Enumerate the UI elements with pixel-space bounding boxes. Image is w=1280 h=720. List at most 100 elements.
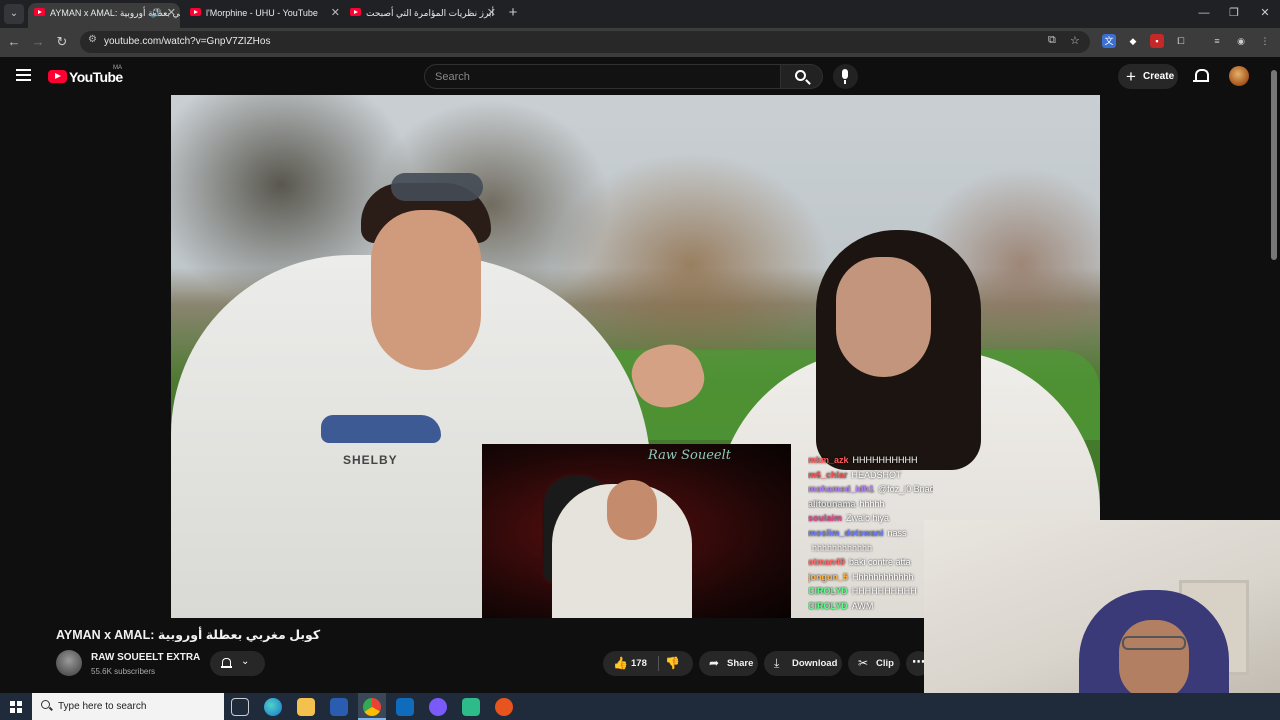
reading-list-icon[interactable]: ≡ [1210,34,1224,48]
like-button[interactable]: 👍 178 👎 [603,651,693,676]
streamer-face [607,480,657,540]
search-icon [41,700,50,709]
profile-icon[interactable]: ◉ [1234,34,1248,48]
chevron-down-icon: ⌄ [241,656,250,667]
search-input[interactable]: Search [424,64,781,89]
youtube-play-icon [48,70,67,83]
chat-message: soulaim Zwalo hiya [808,513,890,524]
account-avatar[interactable] [1229,66,1249,86]
tab-close-icon[interactable]: ✕ [487,3,496,23]
thumbs-down-icon[interactable]: 👎 [665,651,680,676]
youtube-header: YouTube MA Search + Create [0,57,1280,95]
browser-tab-active[interactable]: AYMAN x AMAL: ﻛﻮﺑﻞ ﻣﻐﺮﺑﻲ ﺑﻌﻄﻠﺔ ﺃﻭﺭﻭﺑﻴﺔ 🔊… [28,3,180,28]
tab-title: ﺃﺑﺮﺯ ﻧﻈﺮﻳﺎﺕ ﺍﻟﻤﺆﺍﻣﺮﺓ ﺍﻟﺘﻲ ﺃﺻﺒﺤﺖ [366,8,494,18]
site-info-icon[interactable]: ⚙ [88,34,97,45]
chat-message: otman49 baki contre atta [808,557,911,568]
browser-tab-strip: ⌄ AYMAN x AMAL: ﻛﻮﺑﻞ ﻣﻐﺮﺑﻲ ﺑﻌﻄﻠﺔ ﺃﻭﺭﻭﺑﻴﺔ… [0,0,1280,28]
bell-icon [221,658,232,669]
extensions-puzzle-icon[interactable]: ⧠ [1174,34,1188,48]
taskbar-search-input[interactable]: Type here to search [32,693,224,720]
share-button[interactable]: ➦ Share [699,651,758,676]
like-count: 178 [631,658,647,669]
tab-search-chevron-icon[interactable]: ⌄ [4,4,24,24]
thumbs-up-icon: 👍 [613,656,628,670]
install-app-icon[interactable]: ⧉ [1048,34,1056,47]
page-scrollbar[interactable] [1271,70,1277,260]
outlook-icon[interactable] [396,698,414,716]
download-button[interactable]: ⤓ Download [764,651,842,676]
chat-message: mohamed_idh1@foz_i0 Bnadm frbl brb [808,484,933,495]
notifications-bell-icon[interactable] [1193,69,1209,83]
man-face [371,210,481,370]
sunglasses-on-head [391,173,483,201]
address-bar[interactable]: ⚙ youtube.com/watch?v=GnpV7ZIZHos ⧉ ☆ [80,31,1090,53]
speaker-icon[interactable]: 🔊 [151,3,162,23]
download-label: Download [792,658,838,669]
subscriber-count: 55.6K subscribers [91,667,156,676]
shelby-car-print [321,415,441,443]
task-view-icon[interactable] [231,698,249,716]
close-window-button[interactable]: ✕ [1250,4,1280,22]
search-button[interactable] [781,64,823,89]
youtube-favicon-icon [34,8,45,16]
windows-start-icon[interactable] [10,701,22,713]
browser-menu-icon[interactable]: ⋮ [1258,34,1272,48]
file-explorer-icon[interactable] [297,698,315,716]
live-chat-overlay: mkm_azk HHHHHHHHHH m6_chlar HEADSHOT moham… [808,455,933,615]
hamburger-menu-icon[interactable] [16,69,31,81]
windows-taskbar: Type here to search [0,693,1280,720]
voice-search-mic-icon[interactable] [833,64,858,89]
country-code: MA [113,65,122,71]
taskbar-search-placeholder: Type here to search [58,701,147,712]
orange-app-icon[interactable] [495,698,513,716]
create-button[interactable]: + Create [1118,64,1178,89]
back-arrow-icon[interactable]: ← [5,33,23,51]
streamer-glasses [1122,636,1186,650]
bookmark-star-icon[interactable]: ☆ [1070,34,1080,47]
streamer-face [1119,620,1189,700]
browser-tab[interactable]: l'Morphine - UHU - YouTube ✕ [184,3,344,28]
reload-icon[interactable]: ↻ [53,33,71,51]
like-divider [658,656,659,671]
search-placeholder: Search [435,71,470,83]
green-app-icon[interactable] [462,698,480,716]
browser-tab[interactable]: ﺃﺑﺮﺯ ﻧﻈﺮﻳﺎﺕ ﺍﻟﻤﺆﺍﻣﺮﺓ ﺍﻟﺘﻲ ﺃﺻﺒﺤﺖ ✕ [344,3,500,28]
tab-close-icon[interactable]: ✕ [331,3,340,23]
translate-extension-icon[interactable]: 文 [1102,34,1116,48]
chat-message: alitounama hhhhh [808,498,885,509]
chat-message: CIROLYD HHHHHHHHHH [808,586,917,597]
video-title: AYMAN x AMAL: ﻛﻮﺑﻞ ﻣﻐﺮﺑﻲ ﺑﻌﻄﻠﺔ ﺃﻭﺭﻭﺑﻴﺔ [56,628,321,642]
red-extension-icon[interactable]: ▪ [1150,34,1164,48]
edge-browser-icon[interactable] [264,698,282,716]
subscribed-notifications-button[interactable]: ⌄ [210,651,265,676]
new-tab-button[interactable]: + [504,4,522,22]
download-icon: ⤓ [774,656,780,670]
url-text[interactable]: youtube.com/watch?v=GnpV7ZIZHos [104,36,270,47]
restore-button[interactable]: ❐ [1219,4,1249,22]
screen: ⌄ AYMAN x AMAL: ﻛﻮﺑﻞ ﻣﻐﺮﺑﻲ ﺑﻌﻄﻠﺔ ﺃﻭﺭﻭﺑﻴﺔ… [0,0,1280,720]
woman-face [836,257,931,377]
streamer-webcam-overlay [924,520,1280,720]
channel-avatar[interactable] [56,650,82,676]
chat-message: jongun_5 Hhhhhhhhhhhh [808,571,914,582]
tab-close-icon[interactable]: ✕ [167,3,176,23]
shelby-shirt-text: SHELBY [343,453,398,467]
forward-arrow-icon[interactable]: → [29,33,47,51]
clip-label: Clip [876,658,894,669]
chrome-icon[interactable] [363,698,381,716]
clip-button[interactable]: ✂ Clip [848,651,900,676]
chat-message: CIROLYD AWM [808,600,874,611]
chat-message: mkm_azk HHHHHHHHHH [808,455,918,465]
minimize-button[interactable]: — [1189,4,1219,22]
search-icon [795,70,806,81]
messenger-app-icon[interactable] [429,698,447,716]
microsoft-store-icon[interactable] [330,698,348,716]
channel-name[interactable]: RAW SOUEELT EXTRA [91,652,200,663]
share-label: Share [727,658,754,669]
chat-message: moslim_dotswani nass [808,527,907,538]
diamond-extension-icon[interactable]: ◆ [1126,34,1140,48]
share-arrow-icon: ➦ [709,656,720,670]
scissors-icon: ✂ [858,656,869,670]
reaction-channel-title: Raw Soueelt [648,448,731,463]
chat-message: m6_chlar HEADSHOT [808,469,902,480]
